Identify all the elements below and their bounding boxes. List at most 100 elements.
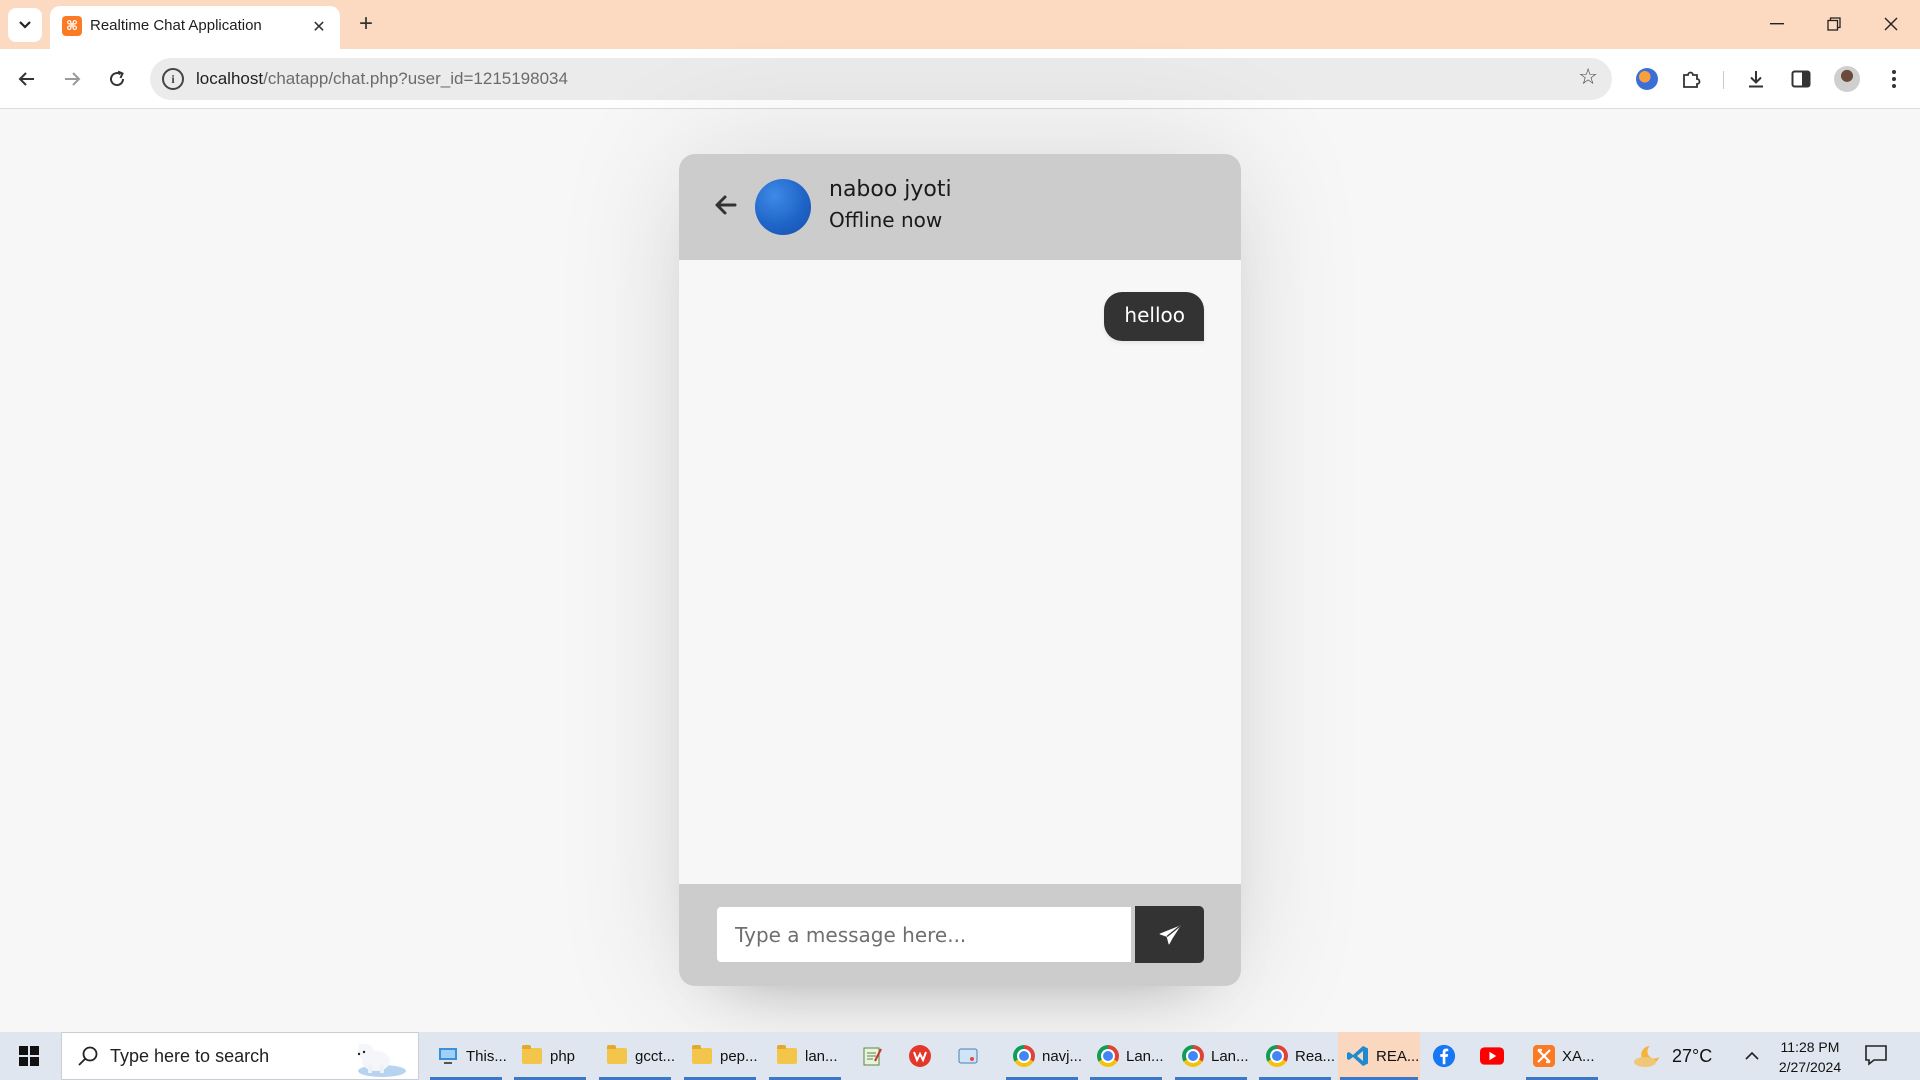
start-button[interactable] [0,1032,58,1080]
minimize-icon [1770,23,1784,25]
taskbar-app-label: lan... [805,1047,838,1065]
taskbar-app-xampp[interactable]: XA... [1524,1032,1600,1080]
side-panel-icon[interactable] [1787,65,1815,93]
arrow-right-icon [65,72,81,86]
back-button[interactable] [11,63,43,95]
search-icon [78,1046,98,1066]
weather-temperature: 27°C [1672,1045,1713,1066]
taskbar-app-facebook[interactable] [1424,1032,1468,1080]
restore-button[interactable] [1811,6,1857,42]
taskbar-app-label: navj... [1042,1047,1083,1065]
taskbar-search[interactable]: Type here to search [61,1032,419,1080]
taskbar-app-chrome-lan-2[interactable]: Lan... [1173,1032,1249,1080]
taskbar-app-pep-folder[interactable]: pep... [682,1032,758,1080]
url-host: localhost [196,69,264,88]
arrow-left-icon [18,72,34,86]
chrome-icon [1012,1044,1036,1068]
taskbar-app-label: gcct... [635,1047,676,1065]
xampp-icon [1532,1044,1556,1068]
polar-bear-highlight-icon [357,1043,406,1077]
taskbar-app-notepad[interactable] [852,1032,896,1080]
taskbar-app-wps-office[interactable] [900,1032,944,1080]
taskbar-app-label: pep... [720,1047,758,1065]
chat-user-status: Offline now [829,208,943,232]
snipping-tool-icon [956,1044,980,1068]
folder-icon [775,1044,799,1068]
close-window-button[interactable] [1868,6,1914,42]
chat-wrapper: naboo jyoti Offline now helloo [679,154,1241,986]
show-hidden-icons-button[interactable] [1744,1032,1760,1080]
taskbar-app-snipping-tool[interactable] [948,1032,992,1080]
extension-icon[interactable] [1633,65,1661,93]
url-text[interactable]: localhost/chatapp/chat.php?user_id=12151… [196,69,568,89]
youtube-icon [1480,1044,1504,1068]
taskbar-app-youtube[interactable] [1472,1032,1516,1080]
address-bar[interactable]: i localhost/chatapp/chat.php?user_id=121… [150,58,1612,100]
computer-icon [436,1044,460,1068]
taskbar-app-chrome-lan-1[interactable]: Lan... [1088,1032,1164,1080]
user-avatar [755,179,811,235]
notification-center-icon[interactable] [1864,1044,1888,1066]
chat-messages[interactable]: helloo [679,260,1241,884]
chevron-down-icon [19,21,31,29]
clock-date: 2/27/2024 [1778,1059,1842,1075]
paper-plane-icon [1159,924,1180,944]
message-input[interactable] [716,906,1132,963]
taskbar-app-lan-folder[interactable]: lan... [767,1032,843,1080]
taskbar-app-label: This... [466,1047,507,1065]
chat-header: naboo jyoti Offline now [679,154,1241,260]
tab-title: Realtime Chat Application [90,17,262,34]
close-tab-icon[interactable]: ✕ [308,15,330,37]
restore-icon [1827,17,1841,31]
search-placeholder: Type here to search [110,1046,270,1066]
extensions-puzzle-icon[interactable] [1677,65,1705,93]
new-tab-button[interactable]: + [352,10,380,38]
system-clock[interactable]: 11:28 PM 2/27/2024 [1770,1037,1850,1077]
xampp-icon: ⌘ [62,16,82,36]
taskbar-app-label: php [550,1047,576,1065]
weather-moon-cloud-icon [1634,1046,1659,1067]
chrome-icon [1181,1044,1205,1068]
more-menu-icon[interactable] [1880,65,1908,93]
windows-logo-icon [19,1046,39,1066]
taskbar-app-php-folder[interactable]: php [512,1032,588,1080]
taskbar-app-label: REA... [1376,1047,1420,1065]
browser-toolbar: i localhost/chatapp/chat.php?user_id=121… [0,49,1920,109]
notepad-icon [860,1044,884,1068]
toolbar-divider [1723,71,1724,89]
reload-icon [110,70,125,87]
close-icon [1884,17,1898,31]
taskbar-app-label: Rea... [1295,1047,1336,1065]
back-arrow-icon[interactable] [711,190,741,220]
chrome-icon [1265,1044,1289,1068]
wps-office-icon [908,1044,932,1068]
weather-widget[interactable]: 27°C [1632,1032,1712,1080]
taskbar-app-gcct-folder[interactable]: gcct... [597,1032,676,1080]
windows-taskbar: Type here to search This... php gcct... … [0,1032,1920,1080]
taskbar-app-chrome-rea[interactable]: Rea... [1257,1032,1336,1080]
tab-realtime-chat[interactable]: ⌘ Realtime Chat Application ✕ [50,6,340,49]
forward-button[interactable] [56,63,88,95]
chevron-up-icon [1745,1051,1759,1060]
chrome-icon [1096,1044,1120,1068]
send-button[interactable] [1135,906,1204,963]
taskbar-app-label: Lan... [1211,1047,1249,1065]
vscode-icon [1346,1044,1370,1068]
site-info-icon[interactable]: i [162,68,184,90]
download-icon[interactable] [1742,65,1770,93]
minimize-button[interactable] [1754,6,1800,42]
chat-user-name: naboo jyoti [829,177,952,202]
facebook-icon [1432,1044,1456,1068]
bookmark-star-icon[interactable]: ☆ [1578,65,1598,90]
clock-time: 11:28 PM [1780,1039,1840,1055]
taskbar-app-this-pc[interactable]: This... [428,1032,507,1080]
taskbar-app-vscode[interactable]: REA... [1338,1032,1420,1080]
folder-icon [520,1044,544,1068]
taskbar-app-label: Lan... [1126,1047,1164,1065]
browser-tab-strip: ⌘ Realtime Chat Application ✕ + [0,0,1920,49]
reload-button[interactable] [101,63,133,95]
taskbar-app-chrome-navj[interactable]: navj... [1004,1032,1083,1080]
folder-icon [690,1044,714,1068]
tab-search-button[interactable] [8,8,42,42]
profile-avatar[interactable] [1833,65,1861,93]
